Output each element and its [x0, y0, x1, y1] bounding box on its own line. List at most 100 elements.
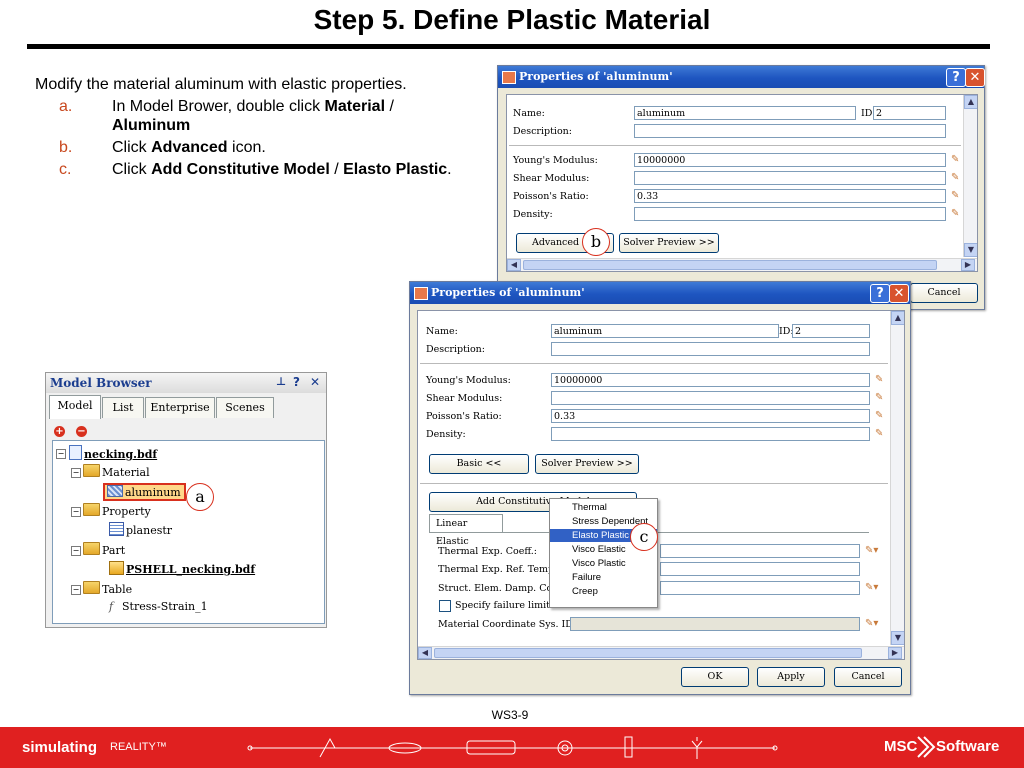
scroll-left-icon[interactable]: ◀: [507, 259, 521, 271]
pencil-icon[interactable]: ✎: [875, 393, 885, 403]
scroll-right-icon[interactable]: ▶: [961, 259, 975, 271]
help-icon[interactable]: ?: [946, 68, 966, 87]
tab-scenes[interactable]: Scenes: [216, 397, 274, 418]
add-icon[interactable]: +: [54, 426, 65, 437]
dialog-body: Name: aluminum ID: 2 Description: Young'…: [417, 310, 905, 660]
pencil-dropdown-icon[interactable]: ✎▾: [865, 583, 878, 593]
shear-modulus-field[interactable]: [634, 171, 946, 185]
page-label: WS3-9: [491, 708, 529, 722]
menu-item-thermal[interactable]: Thermal: [550, 501, 657, 514]
density-label: Density:: [426, 429, 466, 440]
youngs-modulus-field[interactable]: 10000000: [551, 373, 870, 387]
remove-icon[interactable]: −: [76, 426, 87, 437]
instructions-intro: Modify the material aluminum with elasti…: [35, 76, 407, 93]
tree-node-property[interactable]: Property: [83, 503, 151, 518]
divider: [509, 145, 961, 146]
close-icon[interactable]: ✕: [310, 375, 320, 389]
thermal-ref-temp-field[interactable]: [660, 562, 860, 576]
brand-software: Software: [936, 738, 1000, 755]
tree-node-root[interactable]: necking.bdf: [69, 445, 157, 461]
density-field[interactable]: [634, 207, 946, 221]
tree-node-pshell[interactable]: PSHELL_necking.bdf: [109, 561, 255, 576]
solver-preview-button[interactable]: Solver Preview >>: [619, 233, 719, 253]
pencil-dropdown-icon[interactable]: ✎▾: [865, 546, 878, 556]
close-icon[interactable]: ✕: [965, 68, 985, 87]
material-coord-field[interactable]: [570, 617, 860, 631]
dialog-titlebar[interactable]: Properties of 'aluminum' ? ✕: [498, 66, 985, 88]
tab-linear-elastic[interactable]: Linear Elastic: [429, 514, 503, 547]
cancel-button[interactable]: Cancel: [834, 667, 902, 687]
scroll-up-icon[interactable]: ▲: [891, 311, 904, 325]
step-marker: c.: [59, 161, 72, 178]
struct-damp-coeff-field[interactable]: [660, 581, 860, 595]
close-icon[interactable]: ✕: [889, 284, 909, 303]
pencil-icon[interactable]: ✎: [875, 375, 885, 385]
id-field[interactable]: 2: [873, 106, 946, 120]
collapse-icon[interactable]: −: [71, 585, 81, 595]
collapse-icon[interactable]: −: [71, 507, 81, 517]
help-icon[interactable]: ?: [870, 284, 890, 303]
tree-node-part[interactable]: Part: [83, 542, 125, 557]
scroll-thumb[interactable]: [523, 260, 937, 270]
poissons-ratio-field[interactable]: 0.33: [634, 189, 946, 203]
pencil-icon[interactable]: ✎: [951, 209, 961, 219]
scroll-down-icon[interactable]: ▼: [964, 243, 977, 257]
tree-node-planestr[interactable]: planestr: [109, 522, 172, 537]
properties-dialog-back: Properties of 'aluminum' ? ✕ Name: alumi…: [497, 65, 985, 310]
tree-node-aluminum[interactable]: aluminum: [103, 483, 186, 501]
name-field[interactable]: aluminum: [551, 324, 779, 338]
collapse-icon[interactable]: −: [56, 449, 66, 459]
shear-modulus-field[interactable]: [551, 391, 870, 405]
folder-icon: [83, 503, 100, 516]
density-field[interactable]: [551, 427, 870, 441]
tab-list[interactable]: List: [102, 397, 144, 418]
scroll-right-icon[interactable]: ▶: [888, 647, 902, 659]
collapse-icon[interactable]: −: [71, 468, 81, 478]
pencil-dropdown-icon[interactable]: ✎▾: [865, 619, 878, 629]
vertical-scrollbar[interactable]: ▲ ▼: [963, 95, 977, 257]
solver-preview-button[interactable]: Solver Preview >>: [535, 454, 639, 474]
function-icon: f: [109, 600, 114, 613]
tree-node-table[interactable]: Table: [83, 581, 132, 596]
folder-icon: [83, 464, 100, 477]
properties-dialog-front: Properties of 'aluminum' ? ✕ Name: alumi…: [409, 281, 911, 695]
pencil-icon[interactable]: ✎: [951, 173, 961, 183]
scroll-thumb[interactable]: [434, 648, 862, 658]
menu-item-visco-plastic[interactable]: Visco Plastic: [550, 557, 657, 570]
vertical-scrollbar[interactable]: ▲ ▼: [890, 311, 904, 645]
table-icon: [109, 522, 124, 536]
menu-item-failure[interactable]: Failure: [550, 571, 657, 584]
description-field[interactable]: [551, 342, 870, 356]
pin-icon[interactable]: ⊥: [276, 375, 286, 388]
menu-item-creep[interactable]: Creep: [550, 585, 657, 598]
callout-c: c: [630, 523, 658, 551]
help-icon[interactable]: ?: [293, 375, 300, 389]
name-field[interactable]: aluminum: [634, 106, 856, 120]
scroll-down-icon[interactable]: ▼: [891, 631, 904, 645]
pencil-icon[interactable]: ✎: [875, 429, 885, 439]
id-field[interactable]: 2: [792, 324, 870, 338]
thermal-exp-coeff-field[interactable]: [660, 544, 860, 558]
apply-button[interactable]: Apply: [757, 667, 825, 687]
description-field[interactable]: [634, 124, 946, 138]
poissons-ratio-field[interactable]: 0.33: [551, 409, 870, 423]
footer-decoration-icons: [247, 736, 778, 759]
horizontal-scrollbar[interactable]: ◀ ▶: [418, 646, 904, 659]
horizontal-scrollbar[interactable]: ◀ ▶: [507, 258, 977, 271]
failure-limits-checkbox[interactable]: [439, 600, 451, 612]
tree-node-stress-strain[interactable]: f Stress-Strain_1: [109, 600, 208, 613]
tab-enterprise[interactable]: Enterprise: [145, 397, 215, 418]
tab-model[interactable]: Model: [49, 395, 101, 419]
tree-node-material[interactable]: Material: [83, 464, 150, 479]
youngs-modulus-field[interactable]: 10000000: [634, 153, 946, 167]
collapse-icon[interactable]: −: [71, 546, 81, 556]
basic-button[interactable]: Basic <<: [429, 454, 529, 474]
cancel-button[interactable]: Cancel: [910, 283, 978, 303]
pencil-icon[interactable]: ✎: [951, 191, 961, 201]
dialog-titlebar[interactable]: Properties of 'aluminum' ? ✕: [410, 282, 910, 304]
scroll-left-icon[interactable]: ◀: [418, 647, 432, 659]
scroll-up-icon[interactable]: ▲: [964, 95, 977, 109]
ok-button[interactable]: OK: [681, 667, 749, 687]
pencil-icon[interactable]: ✎: [875, 411, 885, 421]
pencil-icon[interactable]: ✎: [951, 155, 961, 165]
